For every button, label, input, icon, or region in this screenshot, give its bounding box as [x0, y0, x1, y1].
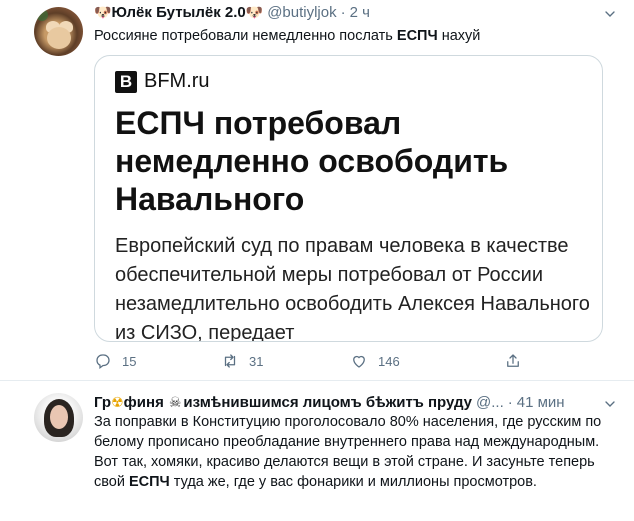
bfm-logo: B BFM.ru — [115, 70, 210, 93]
share-button[interactable] — [504, 352, 522, 370]
retweet-icon — [224, 354, 236, 368]
tweet-header: 🐶 Юлёк Бутылёк 2.0 🐶 @butiyljok · 2 ч — [94, 4, 370, 21]
tweet-text: За поправки в Конституцию проголосовало … — [94, 414, 602, 490]
handle[interactable]: @butiyljok — [267, 4, 336, 21]
tweet-actions: 15 31 146 — [94, 352, 534, 372]
like-icon — [353, 355, 365, 368]
display-name[interactable]: Юлёк Бутылёк 2.0 — [111, 4, 245, 21]
bfm-logo-mark: B — [115, 70, 137, 93]
tweet-text: Россияне потребовали немедленно послать … — [94, 28, 481, 44]
like-button[interactable]: 146 — [350, 352, 400, 370]
hashtag-bold: ЕСПЧ — [396, 28, 438, 44]
separator: · — [340, 4, 346, 21]
card-lede: Европейский суд по правам человека в кач… — [115, 235, 590, 342]
tweet-header: Гр ☢ финя ☠ измѣнившимся лицомъ бѣжитъ п… — [94, 394, 565, 411]
timestamp[interactable]: 41 мин — [517, 394, 565, 411]
reply-count: 15 — [122, 353, 137, 369]
caret-down-icon[interactable] — [602, 6, 618, 22]
display-name-part-a[interactable]: Гр — [94, 394, 111, 411]
card-headline: ЕСПЧ потребовал немедленно освободить На… — [115, 105, 509, 217]
avatar[interactable] — [34, 7, 83, 56]
bfm-logo-text: BFM.ru — [144, 70, 210, 92]
avatar[interactable] — [34, 393, 83, 442]
tweet-1[interactable]: 🐶 Юлёк Бутылёк 2.0 🐶 @butiyljok · 2 ч Ро… — [0, 0, 634, 381]
like-count: 146 — [378, 353, 400, 369]
reply-button[interactable]: 15 — [94, 352, 136, 370]
handle[interactable]: @... — [476, 394, 504, 411]
separator: · — [507, 394, 513, 411]
hashtag-bold: ЕСПЧ — [128, 474, 170, 490]
link-card[interactable]: B BFM.ru ЕСПЧ потребовал немедленно осво… — [94, 55, 603, 342]
caret-down-icon[interactable] — [602, 396, 618, 412]
display-name-part-b[interactable]: финя — [124, 394, 164, 411]
retweet-button[interactable]: 31 — [221, 352, 263, 370]
timestamp[interactable]: 2 ч — [350, 4, 370, 21]
dog-emoji-icon: 🐶 — [245, 4, 264, 20]
share-icon — [507, 354, 519, 367]
display-name-part-c[interactable]: измѣнившимся лицомъ бѣжитъ пруду — [183, 394, 472, 411]
reply-icon — [96, 354, 110, 370]
radioactive-emoji-icon: ☢ — [111, 394, 124, 410]
retweet-count: 31 — [249, 353, 264, 369]
dog-emoji-icon: 🐶 — [94, 4, 112, 20]
skull-crossbones-emoji-icon: ☠ — [168, 394, 182, 410]
